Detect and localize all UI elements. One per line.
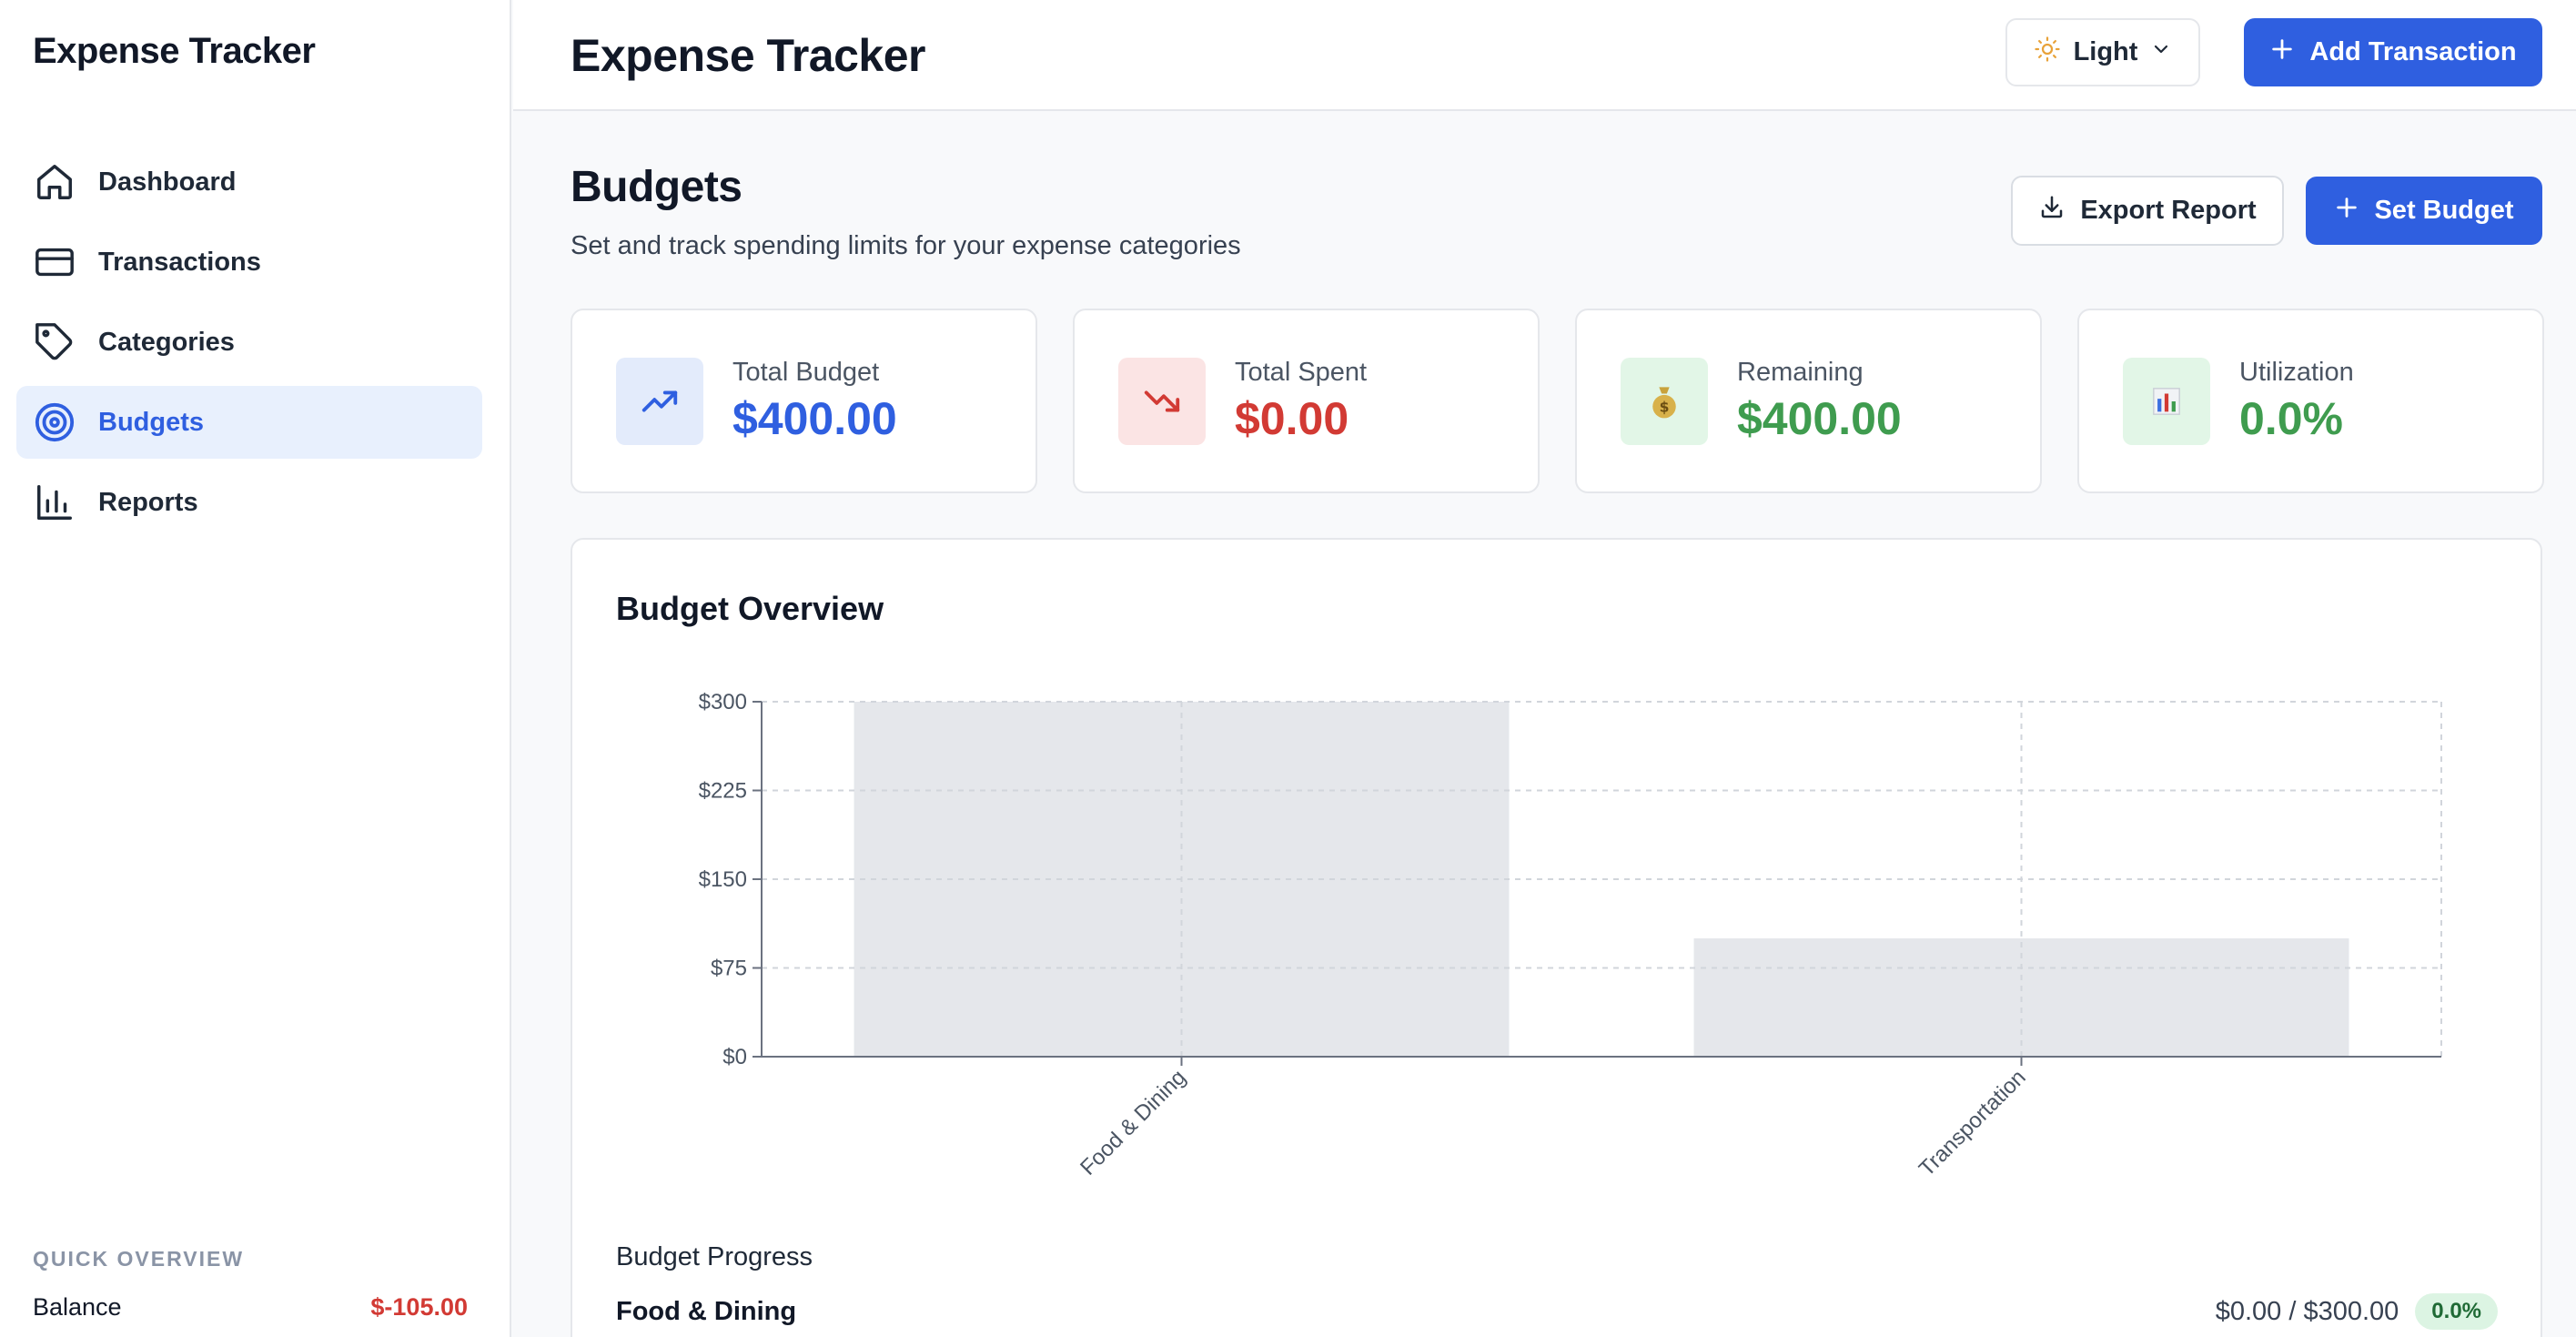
chevron-down-icon (2150, 37, 2172, 67)
credit-card-icon (33, 240, 76, 284)
sidebar-item-reports[interactable]: Reports (16, 466, 482, 539)
plus-icon (2334, 195, 2359, 228)
bar-chart-icon (33, 481, 76, 524)
stat-label: Total Spent (1235, 358, 1368, 387)
progress-amounts: $0.00 / $300.00 0.0% (2216, 1293, 2498, 1330)
stat-value: $0.00 (1235, 393, 1349, 444)
sidebar-nav: Dashboard Transactions Categories Budget… (16, 146, 482, 546)
stat-label: Total Budget (732, 358, 880, 387)
trending-down-icon (1118, 358, 1206, 445)
set-budget-button[interactable]: Set Budget (2306, 177, 2542, 245)
bar-chart-emoji-icon (2123, 358, 2210, 445)
tag-icon (33, 320, 76, 364)
sidebar-brand: Expense Tracker (33, 31, 316, 71)
sidebar-item-label: Reports (98, 487, 198, 517)
plus-icon (2269, 36, 2295, 69)
y-tick-label: $300 (699, 690, 747, 714)
stat-card-utilization: Utilization 0.0% (2077, 309, 2544, 493)
top-header: Expense Tracker Light Add Transaction (513, 0, 2576, 111)
trending-up-icon (616, 358, 703, 445)
svg-text:$: $ (1660, 399, 1670, 415)
balance-row: Balance $-105.00 (33, 1293, 468, 1322)
stat-value: 0.0% (2239, 393, 2343, 444)
set-budget-label: Set Budget (2374, 196, 2514, 225)
stat-card-total-budget: Total Budget $400.00 (571, 309, 1037, 493)
sidebar-item-budgets[interactable]: Budgets (16, 386, 482, 459)
budget-progress-row: Food & Dining $0.00 / $300.00 0.0% (616, 1293, 2498, 1330)
budget-overview-panel: Budget Overview $0 $75 $150 $225 $300 Food & … (571, 538, 2542, 1337)
stat-label: Remaining (1737, 358, 1864, 387)
stat-value: $400.00 (732, 393, 897, 444)
progress-percent-badge: 0.0% (2415, 1293, 2498, 1330)
balance-label: Balance (33, 1293, 122, 1321)
budget-overview-chart: $0 $75 $150 $225 $300 Food & Dining Transporta… (699, 690, 2442, 1181)
y-tick-label: $0 (722, 1045, 747, 1069)
sidebar-item-categories[interactable]: Categories (16, 306, 482, 379)
stat-label: Utilization (2239, 358, 2354, 387)
page-title: Budgets (571, 163, 742, 211)
y-tick-label: $225 (699, 779, 747, 804)
progress-category-name: Food & Dining (616, 1296, 797, 1326)
sidebar-item-transactions[interactable]: Transactions (16, 226, 482, 299)
theme-label: Light (2073, 37, 2138, 66)
header-title: Expense Tracker (571, 30, 926, 81)
stat-card-total-spent: Total Spent $0.00 (1073, 309, 1540, 493)
sidebar-item-dashboard[interactable]: Dashboard (16, 146, 482, 218)
sidebar-item-label: Categories (98, 327, 235, 357)
sidebar-item-label: Transactions (98, 247, 261, 277)
download-icon (2038, 194, 2066, 228)
sun-icon (2034, 35, 2061, 70)
x-tick-label: Transportation (1914, 1065, 2031, 1181)
quick-overview: QUICK OVERVIEW Balance $-105.00 (33, 1247, 468, 1322)
y-tick-label: $75 (711, 957, 747, 981)
x-tick-label: Food & Dining (1076, 1065, 1191, 1180)
theme-dropdown[interactable]: Light (2005, 18, 2200, 86)
export-report-label: Export Report (2080, 196, 2257, 225)
quick-overview-title: QUICK OVERVIEW (33, 1247, 245, 1271)
stat-value: $400.00 (1737, 393, 1902, 444)
target-icon (33, 400, 76, 444)
export-report-button[interactable]: Export Report (2011, 176, 2284, 246)
balance-value: $-105.00 (370, 1293, 468, 1321)
sidebar: Expense Tracker Dashboard Transactions C… (0, 0, 511, 1337)
budget-progress-title: Budget Progress (616, 1242, 813, 1271)
progress-amount: $0.00 / $300.00 (2215, 1296, 2399, 1326)
add-transaction-button[interactable]: Add Transaction (2244, 18, 2542, 86)
stat-card-remaining: $ Remaining $400.00 (1575, 309, 2042, 493)
page-subtitle: Set and track spending limits for your e… (571, 231, 1241, 260)
home-icon (33, 160, 76, 204)
sidebar-item-label: Dashboard (98, 167, 237, 197)
add-transaction-label: Add Transaction (2309, 37, 2517, 66)
money-bag-icon: $ (1621, 358, 1708, 445)
sidebar-item-label: Budgets (98, 407, 204, 437)
y-tick-label: $150 (699, 867, 747, 892)
